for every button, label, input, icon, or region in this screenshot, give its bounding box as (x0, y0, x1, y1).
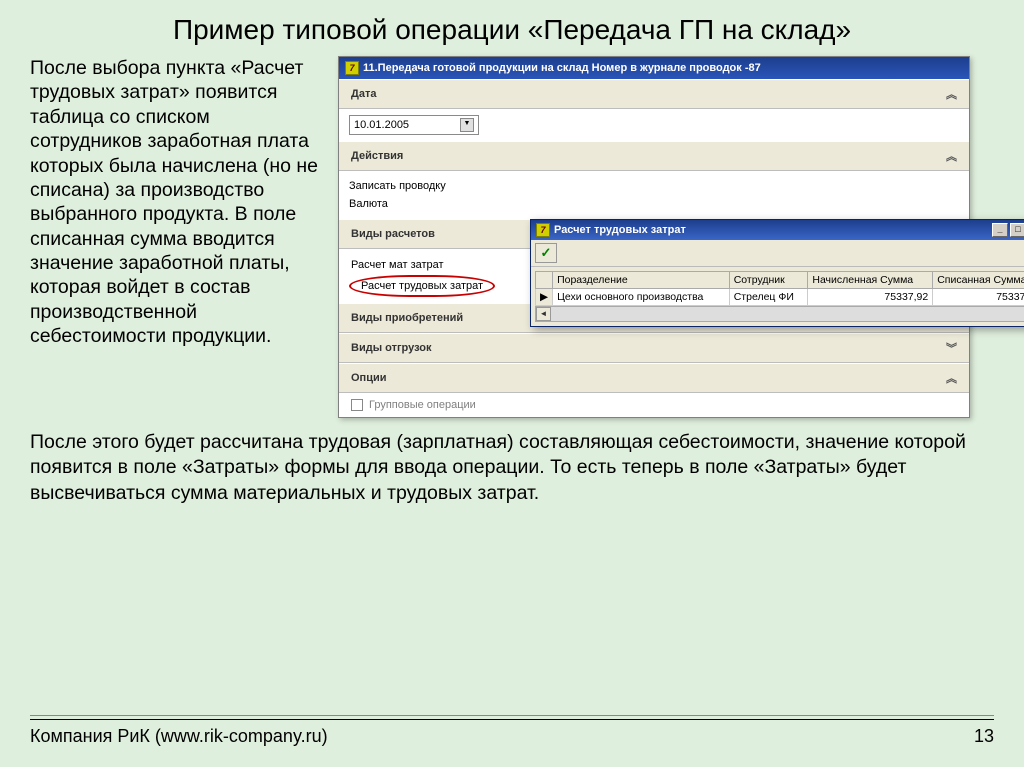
date-dropdown-button[interactable]: ▼ (460, 118, 474, 132)
bottom-paragraph: После этого будет рассчитана трудовая (з… (0, 418, 1024, 506)
footer-company: Компания РиК (www.rik-company.ru) (30, 726, 328, 747)
slide-title: Пример типовой операции «Передача ГП на … (0, 0, 1024, 52)
table-row[interactable]: ▶ Цехи основного производства Стрелец ФИ… (536, 289, 1024, 306)
section-calctypes-label: Виды расчетов (351, 228, 435, 240)
section-date-header[interactable]: Дата ︽ (339, 79, 969, 109)
confirm-button[interactable]: ✓ (535, 243, 557, 263)
date-input[interactable]: 10.01.2005 ▼ (349, 115, 479, 135)
popup-title: Расчет трудовых затрат (554, 224, 686, 236)
chevron-up-icon: ︽ (946, 148, 957, 164)
horizontal-scrollbar[interactable]: ◄ ► (535, 306, 1024, 322)
section-shipments-header[interactable]: Виды отгрузок ︾ (339, 333, 969, 363)
slide-footer: Компания РиК (www.rik-company.ru) 13 (30, 719, 994, 747)
labor-calc-popup: 7 Расчет трудовых затрат _ □ × ✓ Поразде… (530, 219, 1024, 327)
section-actions-label: Действия (351, 150, 403, 162)
main-titlebar: 7 11.Передача готовой продукции на склад… (339, 57, 969, 79)
col-accrued[interactable]: Начисленная Сумма (808, 272, 933, 289)
app-icon: 7 (536, 223, 550, 237)
maximize-button[interactable]: □ (1010, 223, 1024, 237)
labor-grid: Поразделение Сотрудник Начисленная Сумма… (535, 271, 1024, 306)
chevron-up-icon: ︽ (946, 86, 957, 102)
cell-employee[interactable]: Стрелец ФИ (729, 289, 808, 306)
calc-labor[interactable]: Расчет трудовых затрат (349, 275, 495, 297)
cell-written[interactable]: 75337,92 (933, 289, 1024, 306)
group-ops-checkbox[interactable] (351, 399, 363, 411)
chevron-up-icon: ︽ (946, 370, 957, 386)
footer-page-number: 13 (974, 726, 994, 747)
window-title: 11.Передача готовой продукции на склад Н… (363, 62, 761, 74)
section-actions-header[interactable]: Действия ︽ (339, 141, 969, 171)
col-department[interactable]: Поразделение (553, 272, 730, 289)
cell-department[interactable]: Цехи основного производства (553, 289, 730, 306)
section-options-label: Опции (351, 372, 387, 384)
date-value: 10.01.2005 (354, 119, 409, 131)
col-employee[interactable]: Сотрудник (729, 272, 808, 289)
row-indicator-icon: ▶ (536, 289, 553, 306)
section-date-label: Дата (351, 88, 376, 100)
chevron-down-icon: ︾ (946, 340, 957, 356)
group-ops-label: Групповые операции (369, 399, 476, 411)
col-written[interactable]: Списанная Сумма (933, 272, 1024, 289)
left-paragraph: После выбора пункта «Расчет трудовых зат… (30, 56, 320, 418)
section-shipments-label: Виды отгрузок (351, 342, 432, 354)
section-acquisitions-label: Виды приобретений (351, 312, 463, 324)
cell-accrued[interactable]: 75337,92 (808, 289, 933, 306)
section-options-header[interactable]: Опции ︽ (339, 363, 969, 393)
scroll-left-icon[interactable]: ◄ (536, 307, 551, 321)
action-currency[interactable]: Валюта (349, 195, 959, 213)
action-write-entry[interactable]: Записать проводку (349, 177, 959, 195)
app-icon: 7 (345, 61, 359, 75)
minimize-button[interactable]: _ (992, 223, 1008, 237)
